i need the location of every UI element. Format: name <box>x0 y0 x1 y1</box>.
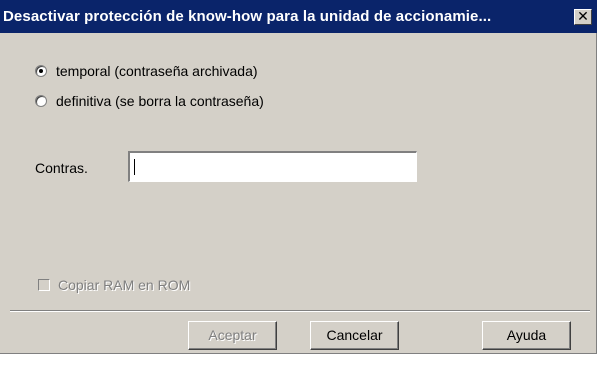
dialog-window: Desactivar protección de know-how para l… <box>0 0 597 354</box>
text-caret <box>134 159 135 175</box>
radio-temporary[interactable]: temporal (contraseña archivada) <box>35 63 258 79</box>
dialog-title: Desactivar protección de know-how para l… <box>3 8 492 25</box>
help-button[interactable]: Ayuda <box>482 321 571 350</box>
radio-button-temporary[interactable] <box>35 65 47 77</box>
ok-button: Aceptar <box>188 321 277 350</box>
separator <box>10 310 590 312</box>
radio-permanent-label: definitiva (se borra la contraseña) <box>56 93 264 109</box>
password-field[interactable] <box>128 151 417 182</box>
close-icon: ✕ <box>577 8 589 24</box>
password-label: Contras. <box>35 160 88 176</box>
copy-ram-to-rom-option: Copiar RAM en ROM <box>38 277 190 293</box>
close-button[interactable]: ✕ <box>574 9 592 25</box>
radio-temporary-label: temporal (contraseña archivada) <box>56 63 258 79</box>
radio-button-permanent[interactable] <box>35 95 47 107</box>
copy-ram-to-rom-checkbox <box>38 279 50 291</box>
radio-permanent[interactable]: definitiva (se borra la contraseña) <box>35 93 264 109</box>
copy-ram-to-rom-label: Copiar RAM en ROM <box>58 277 191 293</box>
cancel-button[interactable]: Cancelar <box>310 321 399 350</box>
title-bar[interactable]: Desactivar protección de know-how para l… <box>0 0 597 33</box>
